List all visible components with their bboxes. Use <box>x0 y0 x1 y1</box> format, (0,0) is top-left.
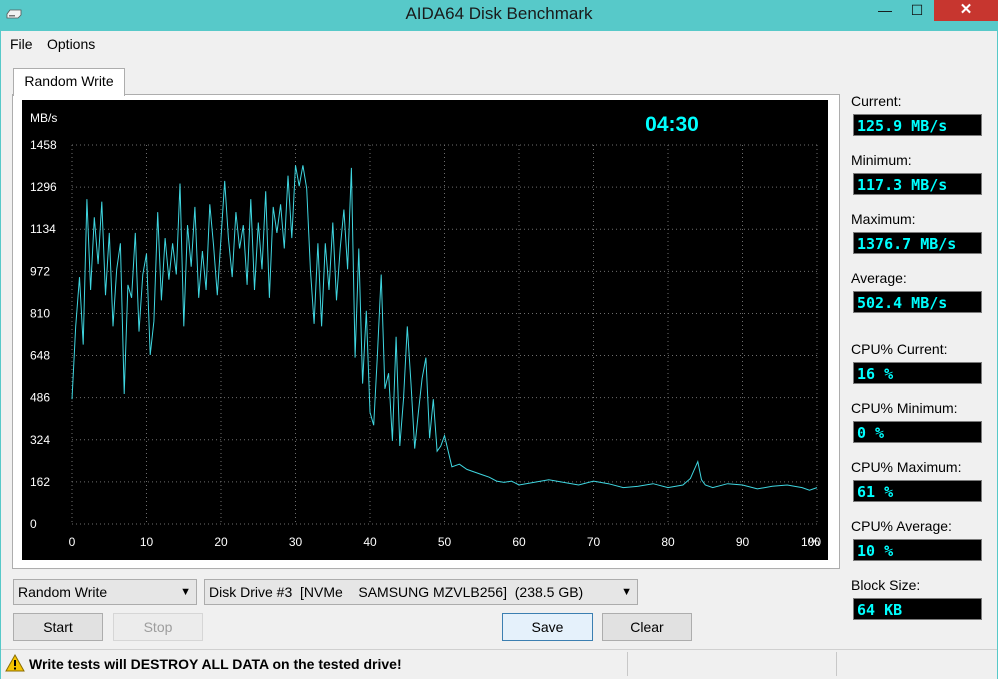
minimize-button[interactable]: — <box>870 0 900 22</box>
status-divider <box>627 652 628 676</box>
x-axis-label: % <box>809 535 820 549</box>
menu-bar: File Options <box>1 31 997 56</box>
y-tick-label: 486 <box>30 391 50 405</box>
stat-cpu-maximum-label: CPU% Maximum: <box>851 459 962 475</box>
stat-cpu-average-value: 10 % <box>853 539 982 561</box>
y-tick-label: 324 <box>30 433 50 447</box>
stat-minimum-value: 117.3 MB/s <box>853 173 982 195</box>
stat-cpu-minimum-value: 0 % <box>853 421 982 443</box>
x-tick-label: 30 <box>289 535 303 549</box>
drive-value: Disk Drive #3 [NVMe SAMSUNG MZVLB256] (2… <box>209 584 584 600</box>
benchmark-chart: 0 162 324 486 648 810 972 1134 1296 1458 0 10 20 30 40… <box>22 100 828 560</box>
drive-select[interactable]: Disk Drive #3 [NVMe SAMSUNG MZVLB256] (2… <box>204 579 638 605</box>
y-tick-label: 972 <box>30 264 50 278</box>
elapsed-timer: 04:30 <box>645 113 699 136</box>
x-tick-label: 0 <box>69 535 76 549</box>
window-client: File Options Random Write 0 162 324 486 648 8… <box>1 31 997 679</box>
y-tick-label: 648 <box>30 349 50 363</box>
x-tick-label: 70 <box>587 535 601 549</box>
stat-cpu-current-label: CPU% Current: <box>851 341 948 357</box>
chevron-down-icon: ▼ <box>621 586 632 598</box>
y-tick-label: 1458 <box>30 138 57 152</box>
y-tick-label: 1134 <box>30 222 56 236</box>
test-type-value: Random Write <box>18 584 108 600</box>
stat-average-label: Average: <box>851 270 907 286</box>
stat-maximum-value: 1376.7 MB/s <box>853 232 982 254</box>
warning-icon <box>5 654 25 672</box>
status-divider <box>836 652 837 676</box>
chart-svg: 0 162 324 486 648 810 972 1134 1296 1458 0 10 20 30 40… <box>30 111 821 549</box>
x-tick-label: 40 <box>363 535 377 549</box>
x-tick-label: 90 <box>736 535 750 549</box>
x-tick-label: 10 <box>140 535 154 549</box>
title-bar: AIDA64 Disk Benchmark — ☐ ✕ <box>0 0 998 30</box>
x-tick-label: 60 <box>512 535 526 549</box>
chevron-down-icon: ▼ <box>180 586 191 598</box>
stat-maximum-label: Maximum: <box>851 211 916 227</box>
tab-panel: 0 162 324 486 648 810 972 1134 1296 1458 0 10 20 30 40… <box>12 94 840 569</box>
x-tick-label: 20 <box>214 535 228 549</box>
tab-random-write[interactable]: Random Write <box>13 68 125 96</box>
stat-block-size-value: 64 KB <box>853 598 982 620</box>
stat-current-label: Current: <box>851 93 902 109</box>
stop-button[interactable]: Stop <box>113 613 203 641</box>
start-button[interactable]: Start <box>13 613 103 641</box>
y-tick-label: 810 <box>30 306 50 320</box>
window-title: AIDA64 Disk Benchmark <box>405 4 593 23</box>
stat-minimum-label: Minimum: <box>851 152 912 168</box>
stat-current-value: 125.9 MB/s <box>853 114 982 136</box>
test-type-select[interactable]: Random Write ▼ <box>13 579 197 605</box>
y-axis-label: MB/s <box>30 111 57 125</box>
menu-options[interactable]: Options <box>47 36 95 52</box>
y-tick-label: 0 <box>30 517 37 531</box>
close-button[interactable]: ✕ <box>934 0 998 21</box>
y-tick-label: 1296 <box>30 180 57 194</box>
x-tick-label: 50 <box>438 535 452 549</box>
clear-button[interactable]: Clear <box>602 613 692 641</box>
stat-average-value: 502.4 MB/s <box>853 291 982 313</box>
stat-cpu-minimum-label: CPU% Minimum: <box>851 400 958 416</box>
stat-block-size-label: Block Size: <box>851 577 921 593</box>
save-button[interactable]: Save <box>502 613 593 641</box>
destructive-write-warning: Write tests will DESTROY ALL DATA on the… <box>29 656 402 672</box>
maximize-button[interactable]: ☐ <box>902 0 932 22</box>
x-tick-label: 80 <box>661 535 675 549</box>
status-bar: Write tests will DESTROY ALL DATA on the… <box>1 649 997 679</box>
stat-cpu-average-label: CPU% Average: <box>851 518 952 534</box>
stat-cpu-maximum-value: 61 % <box>853 480 982 502</box>
y-tick-label: 162 <box>30 475 50 489</box>
stat-cpu-current-value: 16 % <box>853 362 982 384</box>
menu-file[interactable]: File <box>10 36 33 52</box>
